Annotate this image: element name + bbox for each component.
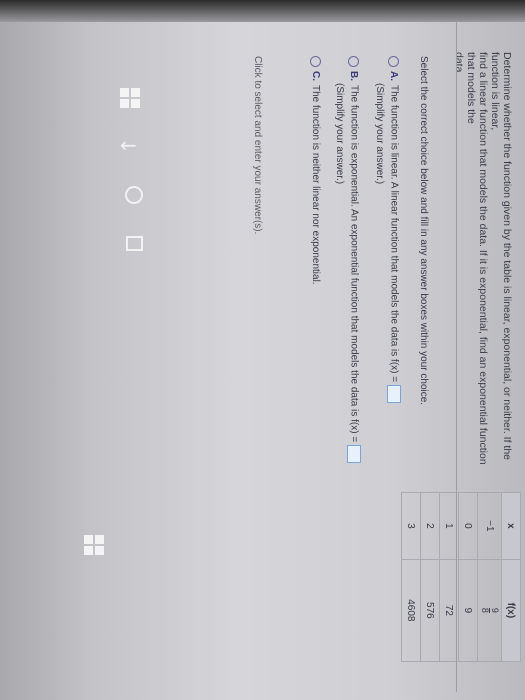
- table-row: 3 4608: [401, 492, 421, 662]
- table-cell: 3: [401, 492, 421, 560]
- radio-button[interactable]: [388, 56, 400, 67]
- choice-text: The function is exponential. An exponent…: [348, 85, 360, 443]
- choice-letter: A.: [388, 71, 400, 81]
- divider: [456, 22, 457, 692]
- task-view-icon[interactable]: [126, 236, 143, 251]
- fraction-numerator: 9: [489, 607, 500, 613]
- circle-icon[interactable]: [125, 186, 143, 204]
- fraction-denominator: 8: [480, 607, 490, 613]
- table-cell: 0: [458, 492, 478, 560]
- table-cell: 4608: [401, 559, 421, 662]
- instruction-text: Select the correct choice below and fill…: [418, 56, 429, 406]
- question-line: data.: [453, 52, 465, 76]
- footer-prompt[interactable]: Click to select and enter your answer(s)…: [252, 56, 263, 234]
- table-row: −1 9 8: [477, 492, 502, 662]
- radio-button[interactable]: [310, 56, 321, 67]
- table-cell: 9: [458, 559, 478, 662]
- table-cell: 576: [420, 559, 440, 662]
- windows-icon[interactable]: [84, 535, 104, 555]
- choice-text: The function is linear. A linear functio…: [388, 85, 400, 383]
- question-line: find a linear function that models the d…: [465, 52, 489, 465]
- choice-letter: B.: [348, 71, 360, 81]
- fraction: 9 8: [480, 607, 500, 613]
- table-cell: 2: [420, 492, 440, 560]
- question-panel: Determine whether the function given by …: [20, 22, 525, 692]
- table-header-x: x: [501, 492, 521, 560]
- back-arrow-icon[interactable]: ←: [120, 133, 137, 157]
- question-text: Determine whether the function given by …: [453, 52, 513, 482]
- question-line: Determine whether the function given by …: [489, 52, 513, 460]
- table-cell: −1: [477, 492, 502, 560]
- table-cell: 9 8: [477, 559, 502, 662]
- table-row: 0 9: [458, 492, 478, 662]
- choice-text: The function is neither linear nor expon…: [309, 85, 321, 285]
- table-header-fx: f(x): [501, 559, 521, 662]
- radio-button[interactable]: [348, 56, 360, 67]
- choice-c[interactable]: C. The function is neither linear nor exp…: [310, 56, 321, 285]
- windows-icon[interactable]: [120, 88, 140, 108]
- screen-edge: [0, 0, 525, 22]
- table-row: 2 576: [420, 492, 440, 662]
- choice-letter: C.: [309, 71, 321, 81]
- answer-input-box[interactable]: [387, 385, 401, 404]
- choice-hint: (Simplify your answer.): [374, 83, 385, 185]
- choice-hint: (Simplify your answer.): [334, 83, 345, 185]
- answer-input-box[interactable]: [347, 445, 361, 464]
- choice-b[interactable]: B. The function is exponential. An expone…: [334, 56, 361, 464]
- data-table: x f(x) −1 9 8 0 9 1 72 2 576 3 4608: [401, 492, 521, 662]
- choice-a[interactable]: A. The function is linear. A linear funct…: [374, 56, 401, 404]
